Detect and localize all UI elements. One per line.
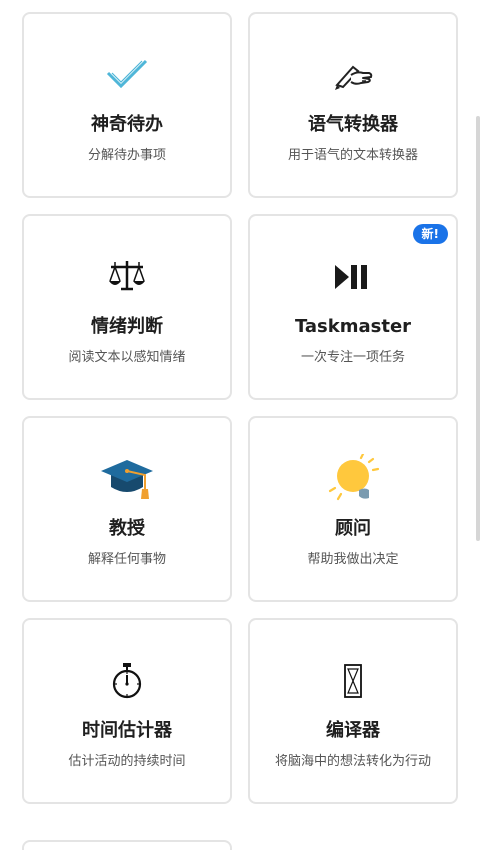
- tool-card-description: 阅读文本以感知情绪: [68, 350, 186, 365]
- tool-card-professor[interactable]: 教授 解释任何事物: [22, 416, 232, 602]
- tool-card-description: 用于语气的文本转换器: [287, 148, 418, 163]
- new-badge: 新!: [412, 224, 448, 244]
- writing-hand-icon: [323, 52, 383, 98]
- tool-card-description: 分解待办事项: [87, 148, 166, 163]
- tool-card-title: 时间估计器: [82, 720, 172, 741]
- tool-card-advisor[interactable]: 顾问 帮助我做出决定: [248, 416, 458, 602]
- tool-card-magic-todo[interactable]: 神奇待办 分解待办事项: [22, 12, 232, 198]
- checkmark-icon: [97, 52, 157, 98]
- tool-card-description: 帮助我做出决定: [307, 552, 399, 567]
- stopwatch-icon: [97, 658, 157, 704]
- tool-card-title: 情绪判断: [91, 316, 163, 337]
- tool-card-title: 神奇待办: [91, 114, 163, 135]
- tool-card-description: 一次专注一项任务: [300, 350, 405, 365]
- light-bulb-icon: [323, 454, 383, 502]
- tool-card-title: Taskmaster: [294, 316, 412, 337]
- tool-card-partial[interactable]: [22, 840, 232, 850]
- tool-grid-page: 神奇待办 分解待办事项 语气转换器 用于语气的文本转换器 情绪判断 阅读文本以感…: [0, 0, 480, 850]
- tool-card-title: 顾问: [335, 518, 371, 539]
- scrollbar[interactable]: [476, 116, 480, 541]
- tool-card-emotion-judge[interactable]: 情绪判断 阅读文本以感知情绪: [22, 214, 232, 400]
- tool-card-tone-converter[interactable]: 语气转换器 用于语气的文本转换器: [248, 12, 458, 198]
- tool-card-time-estimator[interactable]: 时间估计器 估计活动的持续时间: [22, 618, 232, 804]
- tool-grid: 神奇待办 分解待办事项 语气转换器 用于语气的文本转换器 情绪判断 阅读文本以感…: [22, 12, 458, 804]
- hourglass-icon: [323, 658, 383, 704]
- tool-card-description: 估计活动的持续时间: [68, 754, 186, 769]
- tool-card-taskmaster[interactable]: 新! Taskmaster 一次专注一项任务: [248, 214, 458, 400]
- play-pause-icon: [323, 254, 383, 300]
- tool-card-compiler[interactable]: 编译器 将脑海中的想法转化为行动: [248, 618, 458, 804]
- graduation-cap-icon: [97, 456, 157, 502]
- balance-scale-icon: [97, 254, 157, 300]
- tool-card-title: 语气转换器: [308, 114, 398, 135]
- tool-card-title: 教授: [109, 518, 145, 539]
- tool-card-title: 编译器: [326, 720, 380, 741]
- tool-card-description: 解释任何事物: [87, 552, 166, 567]
- tool-card-description: 将脑海中的想法转化为行动: [274, 754, 431, 769]
